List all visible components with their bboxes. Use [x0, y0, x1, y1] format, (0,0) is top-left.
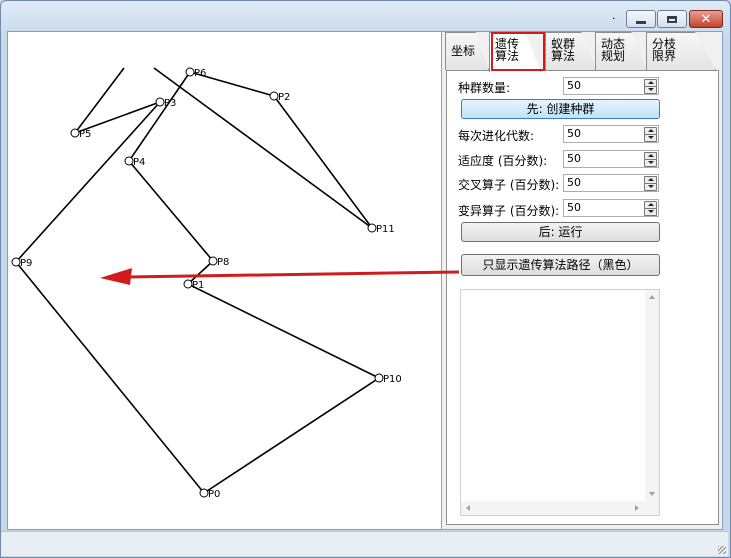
node-p1 — [183, 279, 193, 289]
node-p2 — [269, 91, 279, 101]
scroll-right-icon[interactable] — [635, 505, 639, 511]
horizontal-scrollbar[interactable] — [461, 501, 659, 515]
generations-label: 每次进化代数: — [458, 129, 535, 143]
status-bar — [1, 531, 728, 556]
edge-p10-p0 — [203, 377, 380, 494]
node-label-p1: P1 — [192, 280, 204, 291]
node-p9 — [11, 257, 21, 267]
spin-arrows[interactable] — [644, 152, 657, 167]
tab-coordinates[interactable]: 坐标 — [445, 32, 489, 70]
node-label-p9: P9 — [20, 258, 32, 269]
node-label-p10: P10 — [383, 374, 402, 385]
node-label-p11: P11 — [376, 224, 395, 235]
node-p3 — [155, 97, 165, 107]
route-nodes: P0 P1 P2 P3 P4 P5 P6 P8 P9 P10 P11 — [11, 67, 402, 500]
node-p11 — [367, 223, 377, 233]
node-label-p8: P8 — [217, 257, 229, 268]
tab-branch-and-bound[interactable]: 分枝 限界 — [646, 32, 716, 70]
edge-p11-p2 — [273, 95, 373, 229]
edge-p6-p4 — [128, 71, 191, 162]
node-p4 — [124, 156, 134, 166]
close-icon: ✕ — [700, 11, 712, 27]
scroll-up-icon[interactable] — [649, 295, 655, 299]
spin-arrows[interactable] — [644, 79, 657, 94]
mutation-spinbox[interactable]: 50 — [563, 199, 659, 217]
node-label-p3: P3 — [164, 98, 176, 109]
node-label-p5: P5 — [79, 129, 91, 140]
edge-p4-p8 — [128, 160, 214, 262]
spin-down-icon[interactable] — [644, 159, 657, 167]
mutation-value: 50 — [567, 201, 581, 214]
population-label: 种群数量: — [458, 81, 511, 95]
minimize-icon — [636, 20, 646, 24]
route-graph: P0 P1 P2 P3 P4 P5 P6 P8 P9 P10 P11 — [11, 67, 402, 500]
run-button[interactable]: 后: 运行 — [461, 222, 660, 242]
fitness-spinbox[interactable]: 50 — [563, 150, 659, 168]
scroll-left-icon[interactable] — [466, 505, 470, 511]
minimize-button[interactable] — [626, 10, 656, 28]
node-p5 — [70, 128, 80, 138]
tab-dynamic-programming[interactable]: 动态 规划 — [595, 32, 647, 70]
fitness-value: 50 — [567, 152, 581, 165]
spin-arrows[interactable] — [644, 127, 657, 142]
create-population-button[interactable]: 先: 创建种群 — [461, 99, 660, 119]
spin-down-icon[interactable] — [644, 134, 657, 142]
tab-ant-colony[interactable]: 蚁群 算法 — [545, 32, 597, 70]
maximize-icon — [667, 15, 677, 23]
show-genetic-path-button[interactable]: 只显示遗传算法路径（黑色） — [461, 254, 660, 276]
edge-p1-p10 — [187, 283, 380, 379]
tab-strip: 坐标 遗传 算法 蚁群 算法 动态 规划 分枝 限界 — [443, 32, 723, 72]
spin-down-icon[interactable] — [644, 86, 657, 94]
node-p8 — [208, 256, 218, 266]
spin-arrows[interactable] — [644, 176, 657, 191]
tab-label: 蚁群 算法 — [551, 37, 576, 63]
edge-p9-p3 — [15, 101, 161, 263]
node-label-p6: P6 — [194, 68, 206, 79]
scroll-down-icon[interactable] — [649, 492, 655, 496]
spin-arrows[interactable] — [644, 201, 657, 216]
fitness-label: 适应度 (百分数): — [458, 154, 548, 168]
resize-grip-icon[interactable] — [718, 546, 726, 554]
node-label-p2: P2 — [278, 92, 290, 103]
crossover-spinbox[interactable]: 50 — [563, 174, 659, 192]
edge-p0-p9 — [15, 261, 205, 494]
tab-label: 动态 规划 — [601, 37, 626, 63]
spin-down-icon[interactable] — [644, 208, 657, 216]
tab-highlight-box — [491, 32, 545, 71]
close-button[interactable]: ✕ — [689, 10, 723, 28]
crossover-value: 50 — [567, 176, 581, 189]
route-canvas[interactable]: P0 P1 P2 P3 P4 P5 P6 P8 P9 P10 P11 — [8, 32, 442, 529]
vertical-scrollbar[interactable] — [645, 290, 659, 501]
node-label-p0: P0 — [208, 489, 220, 500]
tab-label: 坐标 — [451, 44, 476, 58]
node-p0 — [199, 488, 209, 498]
crossover-label: 交叉算子 (百分数): — [458, 178, 560, 192]
results-listbox[interactable] — [460, 289, 660, 516]
maximize-button[interactable] — [657, 10, 687, 28]
generations-spinbox[interactable]: 50 — [563, 125, 659, 143]
spin-down-icon[interactable] — [644, 183, 657, 191]
population-spinbox[interactable]: 50 — [563, 77, 659, 95]
edge-offscreen-p11 — [153, 67, 373, 229]
window-title: . — [612, 9, 616, 22]
population-value: 50 — [567, 79, 581, 92]
node-p10 — [374, 373, 384, 383]
title-bar[interactable]: . ✕ — [1, 1, 730, 31]
tab-label: 分枝 限界 — [652, 37, 677, 63]
node-p6 — [185, 67, 195, 77]
mutation-label: 变异算子 (百分数): — [458, 204, 560, 218]
node-label-p4: P4 — [133, 157, 145, 168]
generations-value: 50 — [567, 127, 581, 140]
